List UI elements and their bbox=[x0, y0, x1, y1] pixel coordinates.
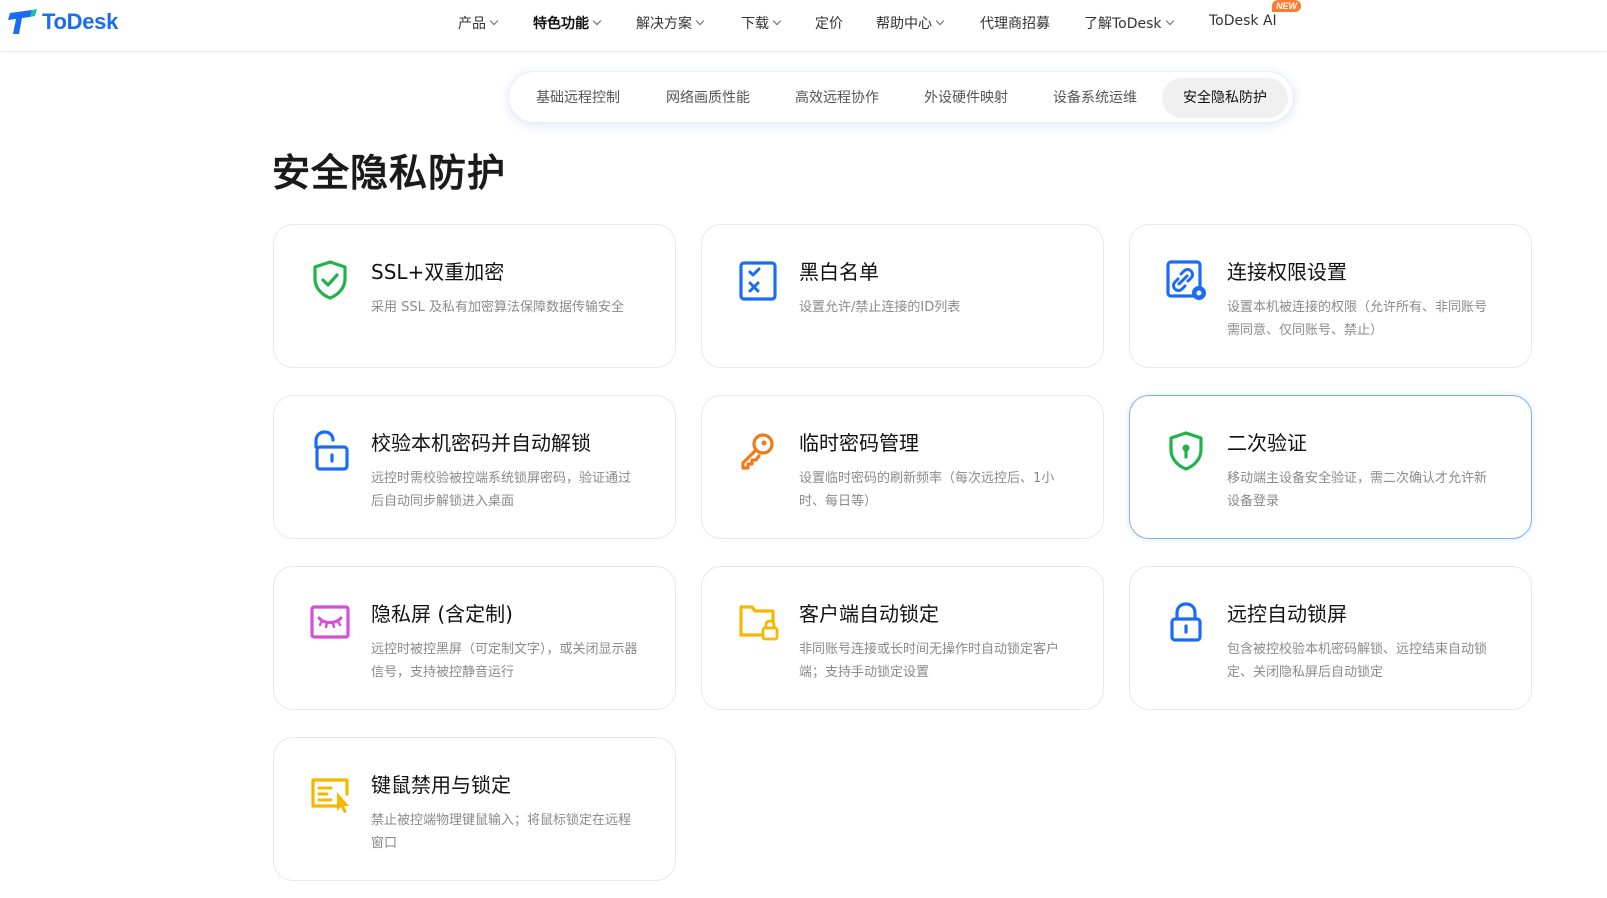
link-settings-icon bbox=[1166, 260, 1206, 300]
subtab-collaboration[interactable]: 高效远程协作 bbox=[774, 78, 900, 118]
card-desc: 远控时被控黑屏（可定制文字），或关闭显示器信号，支持被控静音运行 bbox=[371, 642, 638, 680]
feature-subtabs: 基础远程控制 网络画质性能 高效远程协作 外设硬件映射 设备系统运维 安全隐私防… bbox=[508, 71, 1294, 123]
unlock-icon bbox=[314, 430, 349, 471]
folder-lock-icon bbox=[739, 605, 779, 641]
feature-card-connect-permission[interactable]: 连接权限设置 设置本机被连接的权限（允许所有、非同账号需同意、仅同账号、禁止） bbox=[1129, 224, 1532, 368]
checklist-icon bbox=[739, 261, 777, 301]
nav-item-about[interactable]: 了解ToDesk bbox=[1084, 13, 1174, 33]
top-header: ToDesk 产品 特色功能 解决方案 下载 定价 帮助中心 代理商招募 了解T… bbox=[0, 0, 1607, 52]
subtab-basic-remote[interactable]: 基础远程控制 bbox=[515, 78, 641, 118]
nav-item-download[interactable]: 下载 bbox=[741, 13, 782, 33]
card-desc: 设置本机被连接的权限（允许所有、非同账号需同意、仅同账号、禁止） bbox=[1227, 300, 1488, 338]
feature-card-blackwhite-list[interactable]: 黑白名单 设置允许/禁止连接的ID列表 bbox=[701, 224, 1104, 368]
subtab-system-ops[interactable]: 设备系统运维 bbox=[1032, 78, 1158, 118]
feature-card-two-step-verify[interactable]: 二次验证 移动端主设备安全验证，需二次确认才允许新设备登录 bbox=[1129, 395, 1532, 539]
card-desc: 远控时需校验被控端系统锁屏密码，验证通过后自动同步解锁进入桌面 bbox=[371, 471, 632, 509]
nav-label: 下载 bbox=[741, 16, 769, 32]
nav-item-features[interactable]: 特色功能 bbox=[533, 13, 602, 33]
lock-icon bbox=[1170, 602, 1202, 642]
feature-card-privacy-screen[interactable]: 隐私屏 (含定制) 远控时被控黑屏（可定制文字），或关闭显示器信号，支持被控静音… bbox=[273, 566, 676, 710]
card-desc: 设置允许/禁止连接的ID列表 bbox=[799, 300, 961, 315]
card-desc: 非同账号连接或长时间无操作时自动锁定客户端；支持手动锁定设置 bbox=[799, 642, 1060, 680]
nav-item-ai[interactable]: ToDesk AI bbox=[1209, 13, 1277, 29]
card-title: 隐私屏 (含定制) bbox=[371, 602, 513, 626]
chevron-down-icon bbox=[695, 16, 705, 26]
subtab-peripheral[interactable]: 外设硬件映射 bbox=[903, 78, 1029, 118]
subtab-security-privacy[interactable]: 安全隐私防护 bbox=[1162, 78, 1288, 118]
nav-label: 产品 bbox=[458, 16, 486, 32]
chevron-down-icon bbox=[1165, 16, 1174, 26]
nav-label: ToDesk AI bbox=[1209, 13, 1277, 29]
feature-card-auto-unlock[interactable]: 校验本机密码并自动解锁 远控时需校验被控端系统锁屏密码，验证通过后自动同步解锁进… bbox=[273, 395, 676, 539]
nav-label: 定价 bbox=[815, 16, 843, 32]
new-badge: NEW bbox=[1272, 0, 1301, 12]
card-title: 连接权限设置 bbox=[1227, 260, 1347, 284]
nav-label: 解决方案 bbox=[636, 16, 692, 32]
page-title: 安全隐私防护 bbox=[272, 151, 507, 195]
feature-card-keyboard-mouse-lock[interactable]: 键鼠禁用与锁定 禁止被控端物理键鼠输入；将鼠标锁定在远程窗口 bbox=[273, 737, 676, 881]
nav-label: 了解ToDesk bbox=[1084, 16, 1162, 32]
card-title: 远控自动锁屏 bbox=[1227, 602, 1347, 626]
main-nav: 产品 特色功能 解决方案 下载 定价 帮助中心 代理商招募 了解ToDesk T… bbox=[0, 0, 1607, 44]
chevron-down-icon bbox=[772, 16, 782, 26]
card-desc: 设置临时密码的刷新频率（每次远控后、1小时、每日等） bbox=[799, 471, 1055, 509]
nav-item-solutions[interactable]: 解决方案 bbox=[636, 13, 705, 33]
card-title: SSL+双重加密 bbox=[371, 260, 505, 284]
card-title: 键鼠禁用与锁定 bbox=[371, 773, 511, 797]
card-desc: 移动端主设备安全验证，需二次确认才允许新设备登录 bbox=[1227, 471, 1488, 509]
card-title: 二次验证 bbox=[1227, 431, 1307, 455]
card-title: 客户端自动锁定 bbox=[799, 602, 939, 626]
card-desc: 包含被控校验本机密码解锁、远控结束自动锁定、关闭隐私屏后自动锁定 bbox=[1227, 642, 1488, 680]
chevron-down-icon bbox=[489, 16, 499, 26]
card-desc: 采用 SSL 及私有加密算法保障数据传输安全 bbox=[371, 300, 625, 315]
nav-item-products[interactable]: 产品 bbox=[458, 13, 499, 33]
nav-item-pricing[interactable]: 定价 bbox=[815, 13, 843, 33]
keyboard-mouse-lock-icon bbox=[311, 778, 349, 813]
feature-card-temp-password[interactable]: 临时密码管理 设置临时密码的刷新频率（每次远控后、1小时、每日等） bbox=[701, 395, 1104, 539]
nav-label: 帮助中心 bbox=[876, 16, 932, 32]
feature-card-client-lock[interactable]: 客户端自动锁定 非同账号连接或长时间无操作时自动锁定客户端；支持手动锁定设置 bbox=[701, 566, 1104, 710]
card-desc: 禁止被控端物理键鼠输入；将鼠标锁定在远程窗口 bbox=[371, 813, 632, 851]
shield-check-icon bbox=[313, 260, 347, 300]
nav-item-agents[interactable]: 代理商招募 bbox=[980, 13, 1050, 33]
nav-item-help[interactable]: 帮助中心 bbox=[876, 13, 945, 33]
feature-card-ssl[interactable]: SSL+双重加密 采用 SSL 及私有加密算法保障数据传输安全 bbox=[273, 224, 676, 368]
card-title: 临时密码管理 bbox=[799, 431, 919, 455]
nav-label: 代理商招募 bbox=[980, 16, 1050, 32]
shield-keyhole-icon bbox=[1169, 431, 1203, 471]
chevron-down-icon bbox=[935, 16, 945, 26]
feature-card-auto-lock-screen[interactable]: 远控自动锁屏 包含被控校验本机密码解锁、远控结束自动锁定、关闭隐私屏后自动锁定 bbox=[1129, 566, 1532, 710]
chevron-down-icon bbox=[592, 16, 602, 26]
subtab-network-quality[interactable]: 网络画质性能 bbox=[645, 78, 771, 118]
nav-label: 特色功能 bbox=[533, 16, 589, 32]
privacy-screen-icon bbox=[310, 605, 350, 639]
card-title: 黑白名单 bbox=[799, 260, 879, 284]
card-title: 校验本机密码并自动解锁 bbox=[371, 431, 591, 455]
key-icon bbox=[741, 433, 774, 470]
